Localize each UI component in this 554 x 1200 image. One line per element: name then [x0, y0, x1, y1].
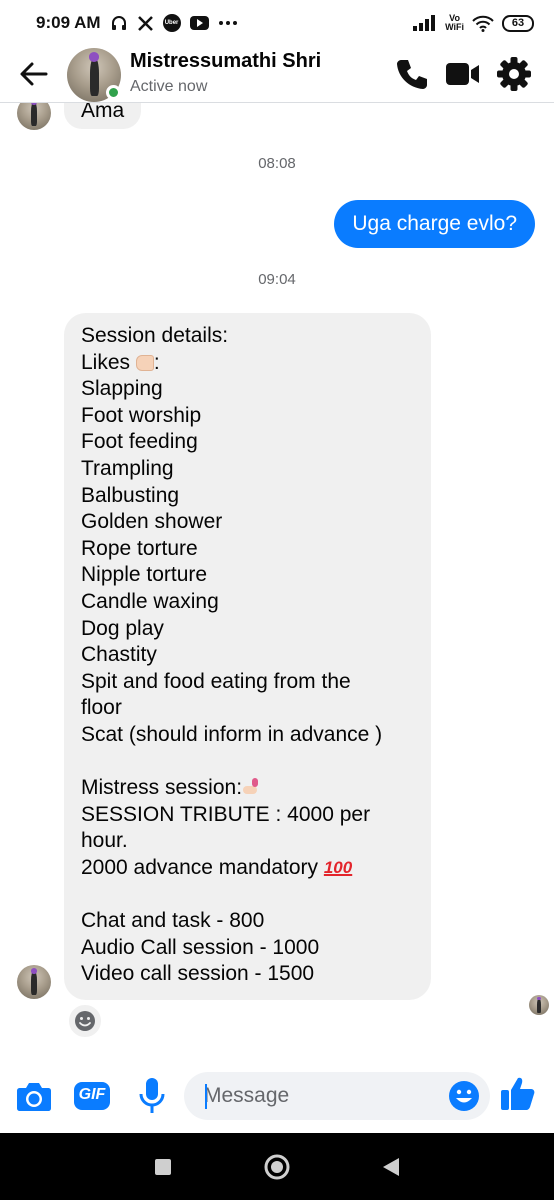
reaction-button[interactable]: [67, 1003, 103, 1039]
contact-name[interactable]: Mistressumathi Shri: [130, 50, 321, 73]
camera-icon: [17, 1083, 51, 1111]
online-indicator: [106, 85, 121, 100]
text-cursor: [205, 1084, 207, 1109]
camera-button[interactable]: [14, 1076, 54, 1116]
message-line: Foot worship: [81, 403, 202, 427]
likes-suffix: :: [153, 350, 160, 374]
nail-polish-icon: [242, 778, 260, 796]
status-bar: 9:09 AM Uber Vo WiFi 63: [0, 0, 554, 46]
video-camera-icon: [446, 63, 479, 85]
gear-icon: [497, 57, 531, 91]
message-line: hour.: [81, 829, 128, 853]
pointing-hand-icon: [135, 354, 154, 371]
system-back-button[interactable]: [376, 1152, 406, 1182]
youtube-icon: [189, 16, 209, 30]
emoji-button[interactable]: [448, 1080, 480, 1112]
message-line: Audio Call session - 1000: [81, 935, 320, 959]
headphones-icon: [110, 14, 128, 32]
back-button[interactable]: [18, 58, 50, 90]
incoming-message-bubble[interactable]: Ama: [64, 103, 142, 129]
message-line: Balbusting: [81, 483, 180, 507]
message-input[interactable]: [204, 1072, 434, 1120]
phone-icon: [397, 60, 427, 89]
battery-icon: 63: [502, 14, 534, 32]
message-line-text: Mistress session:: [81, 776, 243, 800]
timestamp: 09:04: [258, 271, 296, 288]
smiley-icon: [75, 1011, 95, 1031]
message-line: Chastity: [81, 643, 157, 667]
back-arrow-icon: [20, 62, 48, 86]
message-line-text: 2000 advance mandatory: [81, 855, 318, 879]
message-composer: GIF: [0, 1060, 554, 1130]
message-line: [81, 749, 414, 776]
emoji-icon: [449, 1081, 479, 1111]
message-line: Golden shower: [81, 510, 223, 534]
message-text: Ama: [81, 103, 125, 122]
signal-icon: [413, 15, 437, 31]
sender-avatar[interactable]: [17, 965, 51, 999]
incoming-message-bubble[interactable]: Session details: Likes : Slapping Foot w…: [64, 313, 431, 1000]
gif-label: GIF: [78, 1086, 106, 1103]
hundred-points-icon: 100: [323, 857, 353, 877]
system-navigation-bar: [0, 1133, 554, 1200]
chat-header: Mistressumathi Shri Active now: [0, 46, 554, 104]
message-line: Spit and food eating from the: [81, 669, 351, 693]
message-list[interactable]: Ama 08:08 Uga charge evlo? 09:04 Session…: [0, 103, 554, 1043]
status-time: 9:09 AM: [36, 13, 101, 32]
message-line: Slapping: [81, 377, 163, 401]
message-line: Video call session - 1500: [81, 962, 315, 986]
message-field[interactable]: [184, 1072, 490, 1120]
x-icon: [137, 15, 154, 32]
battery-level: 63: [511, 17, 525, 29]
home-button[interactable]: [262, 1152, 292, 1182]
message-line-advance: 2000 advance mandatory 100: [81, 855, 414, 882]
message-text: Uga charge evlo?: [352, 212, 517, 235]
message-line: [81, 881, 414, 908]
message-line: Dog play: [81, 616, 164, 640]
settings-button[interactable]: [496, 56, 532, 92]
gif-button[interactable]: GIF: [72, 1076, 112, 1116]
message-line: Candle waxing: [81, 589, 219, 613]
message-line-likes: Likes :: [81, 350, 414, 377]
timestamp: 08:08: [258, 155, 296, 172]
like-button[interactable]: [498, 1074, 538, 1114]
message-line: Scat (should inform in advance ): [81, 722, 383, 746]
more-dots-icon: [218, 20, 238, 26]
vowifi-label: Vo WiFi: [445, 13, 464, 32]
message-line: Nipple torture: [81, 563, 208, 587]
message-line-session: Mistress session:: [81, 775, 414, 802]
contact-status: Active now: [130, 78, 208, 95]
uber-icon: Uber: [162, 14, 181, 32]
microphone-icon: [139, 1078, 165, 1113]
sender-avatar[interactable]: [17, 103, 51, 130]
thumbs-up-icon: [501, 1077, 535, 1110]
message-line: SESSION TRIBUTE : 4000 per: [81, 802, 371, 826]
message-line: Session details:: [81, 324, 229, 347]
triangle-back-icon: [383, 1158, 399, 1176]
voice-call-button[interactable]: [394, 56, 430, 92]
outgoing-message-bubble[interactable]: Uga charge evlo?: [334, 200, 535, 248]
seen-receipt-avatar: [529, 995, 549, 1015]
wifi-icon: [472, 15, 494, 32]
circle-icon: [264, 1154, 290, 1180]
voice-message-button[interactable]: [132, 1076, 172, 1116]
message-line: Foot feeding: [81, 430, 198, 454]
video-call-button[interactable]: [444, 56, 480, 92]
square-icon: [155, 1159, 171, 1175]
message-line: floor: [81, 696, 122, 720]
message-line: Rope torture: [81, 536, 198, 560]
message-line-text: Likes: [81, 350, 131, 374]
message-line: Chat and task - 800: [81, 909, 265, 933]
recents-button[interactable]: [148, 1152, 178, 1182]
message-line: Trampling: [81, 456, 174, 480]
